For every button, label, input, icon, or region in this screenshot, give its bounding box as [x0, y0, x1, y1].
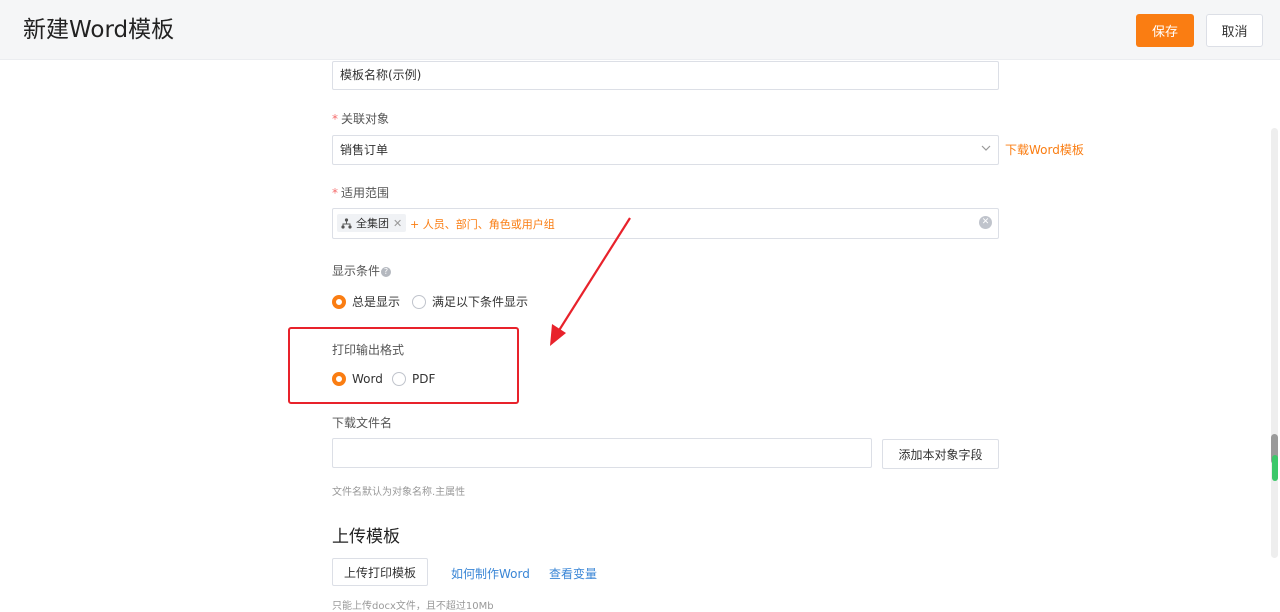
add-object-field-button[interactable]: 添加本对象字段 [882, 439, 999, 469]
radio-format-word[interactable]: Word [332, 372, 383, 386]
radio-unchecked-icon [412, 294, 426, 309]
radio-always-show-label: 总是显示 [352, 295, 401, 309]
clear-icon[interactable]: ✕ [979, 216, 992, 229]
upload-section-title: 上传模板 [332, 527, 400, 547]
related-object-select[interactable]: 销售订单 [332, 135, 999, 165]
radio-checked-icon [332, 294, 346, 309]
radio-conditional-show[interactable]: 满足以下条件显示 [412, 293, 528, 310]
how-to-make-word-link[interactable]: 如何制作Word [451, 565, 530, 582]
view-variables-link[interactable]: 查看变量 [549, 565, 597, 582]
radio-checked-icon [332, 372, 346, 386]
add-members-link[interactable]: + 人员、部门、角色或用户组 [410, 216, 555, 232]
page-title: 新建Word模板 [23, 17, 175, 43]
annotation-arrow-icon [550, 217, 631, 346]
scroll-indicator [1272, 455, 1278, 481]
download-filename-input[interactable] [332, 438, 872, 468]
scope-tag-label: 全集团 [356, 217, 389, 230]
scope-label: * 适用范围 [332, 186, 390, 200]
template-name-value: 模板名称(示例) [340, 68, 422, 82]
download-word-template-link[interactable]: 下载Word模板 [1005, 141, 1084, 158]
radio-format-pdf-label: PDF [412, 372, 436, 386]
scrollbar-track[interactable] [1271, 128, 1278, 558]
cancel-button[interactable]: 取消 [1206, 14, 1263, 47]
org-tree-icon [341, 217, 352, 229]
save-button[interactable]: 保存 [1136, 14, 1194, 47]
page-header: 新建Word模板 保存 取消 [0, 0, 1280, 60]
related-object-label: * 关联对象 [332, 112, 390, 126]
scope-tag: 全集团 ✕ [337, 214, 407, 232]
upload-template-button[interactable]: 上传打印模板 [332, 558, 428, 586]
display-condition-label: 显示条件? [332, 262, 392, 280]
radio-conditional-show-label: 满足以下条件显示 [432, 295, 529, 309]
radio-format-pdf[interactable]: PDF [392, 372, 435, 386]
related-object-value: 销售订单 [340, 143, 389, 157]
template-name-input[interactable]: 模板名称(示例) [332, 61, 999, 90]
filename-hint: 文件名默认为对象名称.主属性 [332, 487, 466, 498]
print-format-label: 打印输出格式 [332, 343, 405, 357]
required-mark: * [332, 186, 338, 200]
download-filename-label: 下载文件名 [332, 416, 393, 430]
radio-unchecked-icon [392, 372, 406, 386]
chevron-down-icon [981, 145, 991, 151]
question-icon: ? [381, 266, 392, 277]
radio-always-show[interactable]: 总是显示 [332, 293, 400, 310]
tag-close-icon[interactable]: ✕ [393, 217, 402, 230]
required-mark: * [332, 112, 338, 126]
highlight-annotation-box [288, 327, 519, 404]
radio-format-word-label: Word [352, 372, 383, 386]
